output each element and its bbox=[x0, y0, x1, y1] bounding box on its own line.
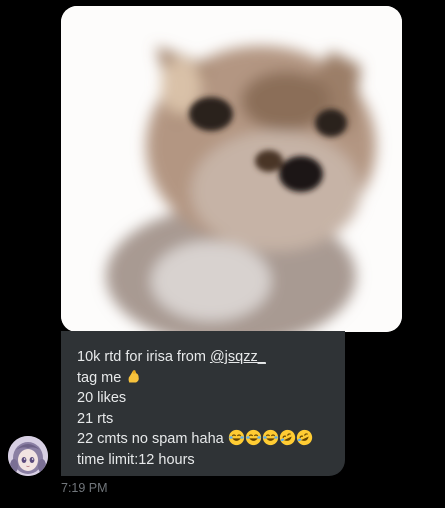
rofl-emoji-icon bbox=[279, 429, 295, 446]
message-bubble[interactable]: 10k rtd for irisa from @jsqzz_ tag me 20… bbox=[61, 331, 345, 476]
joy-emoji-icon bbox=[262, 429, 278, 446]
laughing-emojis bbox=[224, 429, 313, 447]
flexed-biceps-emoji-icon bbox=[128, 369, 140, 382]
message-timestamp: 7:19 PM bbox=[61, 481, 108, 495]
cat-photo bbox=[61, 6, 402, 332]
message-image[interactable] bbox=[61, 6, 402, 332]
mention-link[interactable]: @jsqzz_ bbox=[210, 349, 266, 365]
message-text: tag me bbox=[77, 369, 122, 386]
message-text: 10k rtd for irisa from bbox=[77, 349, 210, 365]
message-line-5: 22 cmts no spam haha bbox=[77, 429, 345, 450]
anime-avatar-icon bbox=[8, 436, 48, 476]
message-line-6: time limit:12 hours bbox=[77, 451, 195, 468]
sender-avatar[interactable] bbox=[8, 436, 48, 476]
message-line-3: 20 likes bbox=[77, 390, 127, 406]
message-line-4: 21 rts bbox=[77, 410, 114, 427]
rofl-emoji-icon bbox=[296, 429, 312, 446]
joy-emoji-icon bbox=[228, 429, 244, 446]
message-line-2: tag me bbox=[77, 368, 345, 389]
message-text: 22 cmts no spam haha bbox=[77, 431, 224, 447]
joy-emoji-icon bbox=[245, 429, 261, 446]
message-line-1: 10k rtd for irisa from @jsqzz_ bbox=[77, 347, 345, 368]
